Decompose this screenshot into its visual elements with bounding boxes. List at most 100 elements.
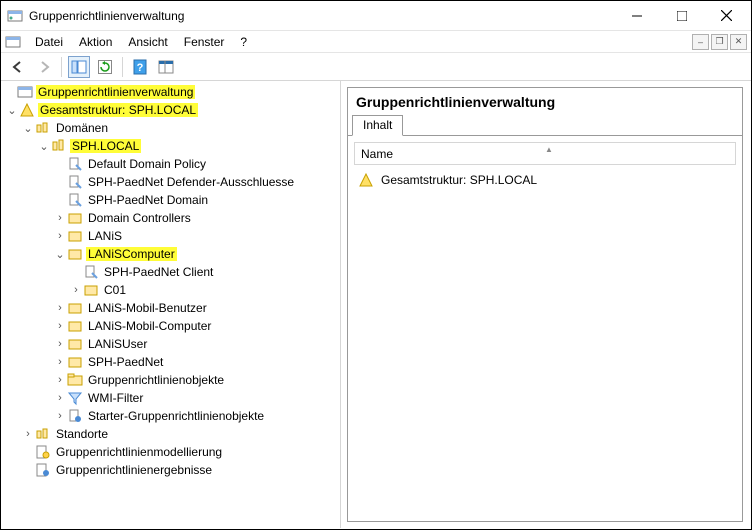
expander-icon[interactable]: ⌄ [53,248,67,261]
mmc-icon [5,34,21,50]
mdi-restore-button[interactable]: ❐ [711,34,728,50]
tree-ou-lanis[interactable]: › LANiS [1,227,340,245]
tree-ou-dc[interactable]: › Domain Controllers [1,209,340,227]
expander-icon[interactable]: › [53,212,67,224]
ou-label: LANiSComputer [86,247,177,261]
expander-icon[interactable]: › [53,230,67,242]
forest-icon [19,102,35,118]
tree-pane[interactable]: Gruppenrichtlinienverwaltung ⌄ Gesamtstr… [1,81,341,528]
node-label: Gruppenrichtlinienmodellierung [54,445,224,459]
tree-forest[interactable]: ⌄ Gesamtstruktur: SPH.LOCAL [1,101,340,119]
node-label: Standorte [54,427,110,441]
ou-icon [67,228,83,244]
sites-icon [35,426,51,442]
tree-modeling[interactable]: Gruppenrichtlinienmodellierung [1,443,340,461]
app-icon [7,8,23,24]
expander-icon[interactable]: › [21,428,35,440]
tree-results[interactable]: Gruppenrichtlinienergebnisse [1,461,340,479]
ou-label: LANiSUser [86,337,149,351]
ou-icon [67,210,83,226]
menu-file[interactable]: Datei [27,35,71,49]
node-label: Gruppenrichtlinienobjekte [86,373,226,387]
list-header[interactable]: Name ▲ [354,142,736,165]
tree-gpo-paednet-client[interactable]: SPH-PaedNet Client [1,263,340,281]
list-item[interactable]: Gesamtstruktur: SPH.LOCAL [354,171,736,189]
mdi-minimize-button[interactable]: – [692,34,709,50]
tree-starter[interactable]: › Starter-Gruppenrichtlinienobjekte [1,407,340,425]
tab-content[interactable]: Inhalt [352,115,403,136]
expander-icon[interactable]: ⌄ [5,104,19,117]
gpo-label: SPH-PaedNet Domain [86,193,210,207]
ou-icon [67,354,83,370]
show-tree-button[interactable] [68,56,90,78]
tree-ou-lanisuser[interactable]: › LANiSUser [1,335,340,353]
tree-sites[interactable]: › Standorte [1,425,340,443]
gpo-link-icon [67,174,83,190]
tree-wmi[interactable]: › WMI-Filter [1,389,340,407]
forest-icon [358,172,374,188]
gpo-label: Default Domain Policy [86,157,208,171]
maximize-button[interactable] [659,1,704,30]
close-button[interactable] [704,1,749,30]
console-root-icon [17,84,33,100]
modeling-icon [35,444,51,460]
expander-icon[interactable]: ⌄ [37,140,51,153]
wmi-filter-icon [67,390,83,406]
expander-icon[interactable]: › [53,320,67,332]
tree-domains[interactable]: ⌄ Domänen [1,119,340,137]
expander-icon[interactable]: › [53,356,67,368]
menu-help[interactable]: ? [232,35,255,49]
minimize-button[interactable] [614,1,659,30]
refresh-button[interactable] [94,56,116,78]
gpo-label: SPH-PaedNet Client [102,265,215,279]
expander-icon[interactable]: › [53,392,67,404]
ou-icon [67,300,83,316]
tree-gpo-defender[interactable]: SPH-PaedNet Defender-Ausschluesse [1,173,340,191]
ou-icon [67,246,83,262]
tree-ou-mobilcom[interactable]: › LANiS-Mobil-Computer [1,317,340,335]
domains-icon [35,120,51,136]
svg-text:?: ? [137,62,144,74]
expander-icon[interactable]: › [53,374,67,386]
back-button[interactable] [7,56,29,78]
starter-gpo-icon [67,408,83,424]
expander-icon[interactable]: › [69,284,83,296]
details-button[interactable] [155,56,177,78]
tree-ou-sphpaednet[interactable]: › SPH-PaedNet [1,353,340,371]
menu-action[interactable]: Aktion [71,35,120,49]
sort-ascending-icon: ▲ [545,145,553,154]
tree-ou-laniscomputer[interactable]: ⌄ LANiSComputer [1,245,340,263]
ou-icon [67,336,83,352]
mdi-close-button[interactable]: ✕ [730,34,747,50]
gpo-label: SPH-PaedNet Defender-Ausschluesse [86,175,296,189]
folder-icon [67,372,83,388]
menu-window[interactable]: Fenster [176,35,233,49]
gpo-link-icon [83,264,99,280]
list-item-label: Gesamtstruktur: SPH.LOCAL [381,173,537,187]
tree-forest-label: Gesamtstruktur: SPH.LOCAL [38,103,198,117]
expander-icon[interactable]: › [53,338,67,350]
forward-button[interactable] [33,56,55,78]
detail-pane: Gruppenrichtlinienverwaltung Inhalt Name… [341,81,751,528]
expander-icon[interactable]: › [53,302,67,314]
gpo-link-icon [67,156,83,172]
tree-root[interactable]: Gruppenrichtlinienverwaltung [1,83,340,101]
expander-icon[interactable]: ⌄ [21,122,35,135]
column-name[interactable]: Name [361,147,393,161]
ou-icon [67,318,83,334]
tree-gpo-ddp[interactable]: Default Domain Policy [1,155,340,173]
menu-view[interactable]: Ansicht [120,35,175,49]
ou-label: Domain Controllers [86,211,193,225]
ou-label: SPH-PaedNet [86,355,165,369]
expander-icon[interactable]: › [53,410,67,422]
gpo-link-icon [67,192,83,208]
ou-label: LANiS [86,229,124,243]
tree-ou-c01[interactable]: › C01 [1,281,340,299]
tree-ou-mobilben[interactable]: › LANiS-Mobil-Benutzer [1,299,340,317]
tree-gpo-paednet-domain[interactable]: SPH-PaedNet Domain [1,191,340,209]
tree-domain[interactable]: ⌄ SPH.LOCAL [1,137,340,155]
node-label: Gruppenrichtlinienergebnisse [54,463,214,477]
ou-label: LANiS-Mobil-Benutzer [86,301,209,315]
tree-gpo-container[interactable]: › Gruppenrichtlinienobjekte [1,371,340,389]
help-button[interactable]: ? [129,56,151,78]
